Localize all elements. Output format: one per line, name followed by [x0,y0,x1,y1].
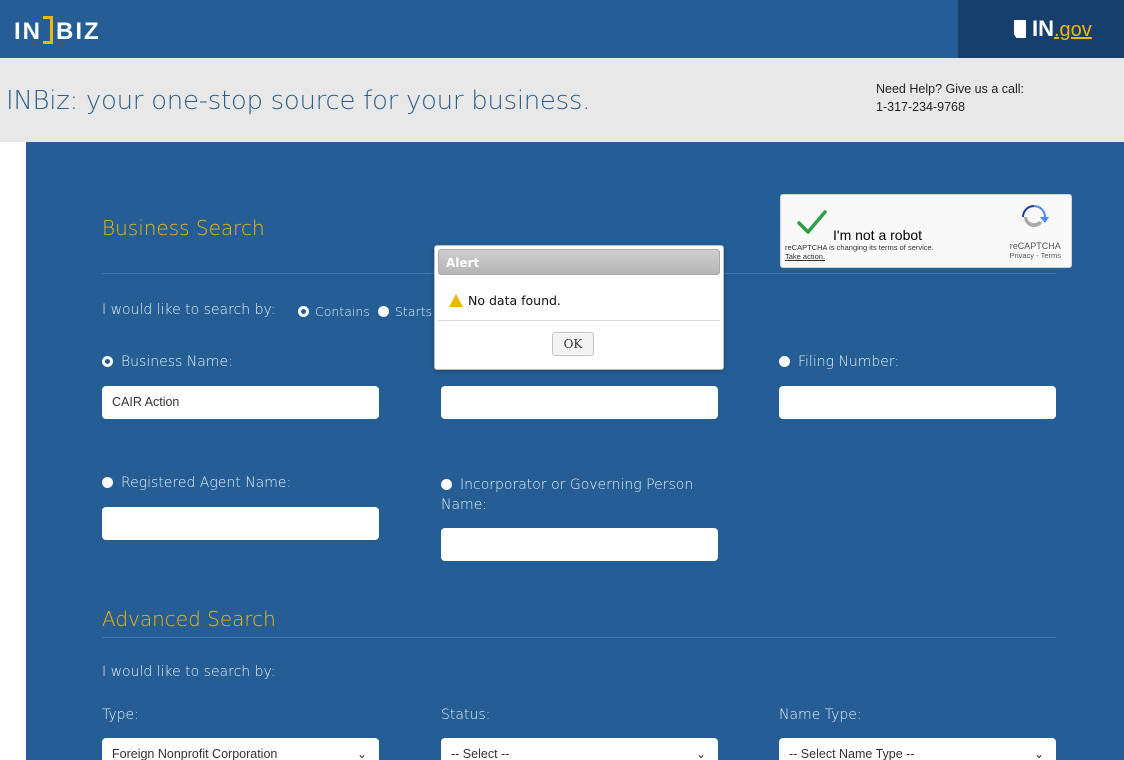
filing-number-input[interactable] [779,386,1056,419]
alert-message-text: No data found. [468,293,561,308]
ingov-in: IN [1032,16,1054,41]
page-tagline: INBiz: your one-stop source for your bus… [6,86,591,116]
inbiz-logo[interactable]: IN BIZ [14,16,101,46]
search-by-label: I would like to search by: [102,302,276,318]
alert-titlebar[interactable]: Alert [438,249,720,275]
help-line: Need Help? Give us a call: [876,82,1024,96]
alert-title: Alert [446,256,480,270]
status-select[interactable]: -- Select -- ⌄ [441,738,718,760]
recaptcha-terms-line: reCAPTCHA is changing its terms of servi… [785,243,934,252]
ingov-link[interactable]: IN.gov [958,0,1124,58]
starts-label: Starts [395,304,433,319]
business-name-label: Business Name: [121,354,233,370]
ok-button[interactable]: OK [552,332,594,356]
logo-bracket [43,16,53,44]
filing-number-label: Filing Number: [798,354,900,370]
top-header: IN BIZ IN.gov [0,0,1124,58]
chevron-down-icon: ⌄ [356,747,367,760]
match-contains[interactable]: Contains [298,304,370,319]
business-name-option[interactable]: Business Name: [102,354,233,370]
chevron-down-icon: ⌄ [1033,747,1044,760]
middle-search-input[interactable] [441,386,718,419]
business-name-input[interactable]: CAIR Action [102,386,379,419]
name-type-select-value: -- Select Name Type -- [789,747,915,760]
recaptcha-take-action[interactable]: Take action. [785,252,934,261]
help-phone[interactable]: 1-317-234-9768 [876,98,1024,116]
logo-in: IN [14,18,42,45]
advanced-search-divider [102,637,1056,638]
match-starts[interactable]: Starts [378,304,432,319]
banner: INBiz: your one-stop source for your bus… [0,58,1124,142]
type-select-value: Foreign Nonprofit Corporation [112,747,278,760]
recaptcha-brand: reCAPTCHA Privacy - Terms [1009,241,1061,261]
alert-divider [438,320,720,321]
help-contact: Need Help? Give us a call: 1-317-234-976… [876,80,1024,116]
recaptcha-brand-name: reCAPTCHA [1009,241,1061,251]
warning-icon [449,294,463,307]
logo-biz: BIZ [56,18,101,45]
starts-radio[interactable] [378,306,389,317]
incorporator-label: Incorporator or Governing Person Name: [441,477,694,513]
status-label: Status: [441,707,491,723]
contains-radio[interactable] [298,306,309,317]
recaptcha-widget: I'm not a robot reCAPTCHA is changing it… [780,194,1072,268]
alert-message: No data found. [449,293,561,308]
recaptcha-terms: reCAPTCHA is changing its terms of servi… [785,243,934,261]
recaptcha-label: I'm not a robot [833,227,923,243]
checkmark-icon[interactable] [797,209,827,235]
chevron-down-icon: ⌄ [695,747,706,760]
incorporator-input[interactable] [441,528,718,561]
registered-agent-input[interactable] [102,507,379,540]
filing-number-option[interactable]: Filing Number: [779,354,899,370]
advanced-search-by-label: I would like to search by: [102,664,276,680]
ingov-gov: .gov [1054,19,1092,41]
status-select-value: -- Select -- [451,747,510,760]
recaptcha-privacy-terms[interactable]: Privacy - Terms [1009,251,1061,261]
type-label: Type: [102,707,139,723]
registered-agent-radio[interactable] [102,477,113,488]
name-type-select[interactable]: -- Select Name Type -- ⌄ [779,738,1056,760]
registered-agent-option[interactable]: Registered Agent Name: [102,475,291,491]
business-name-radio[interactable] [102,356,113,367]
incorporator-radio[interactable] [441,479,452,490]
registered-agent-label: Registered Agent Name: [121,475,292,491]
indiana-state-icon [1014,20,1026,38]
filing-number-radio[interactable] [779,356,790,367]
advanced-search-title: Advanced Search [102,607,276,631]
alert-dialog: Alert No data found. OK [434,245,724,370]
contains-label: Contains [315,304,370,319]
recaptcha-logo-icon [1022,205,1049,227]
type-select[interactable]: Foreign Nonprofit Corporation ⌄ [102,738,379,760]
name-type-label: Name Type: [779,707,862,723]
business-search-title: Business Search [102,216,265,240]
incorporator-option[interactable]: Incorporator or Governing Person Name: [441,475,731,515]
